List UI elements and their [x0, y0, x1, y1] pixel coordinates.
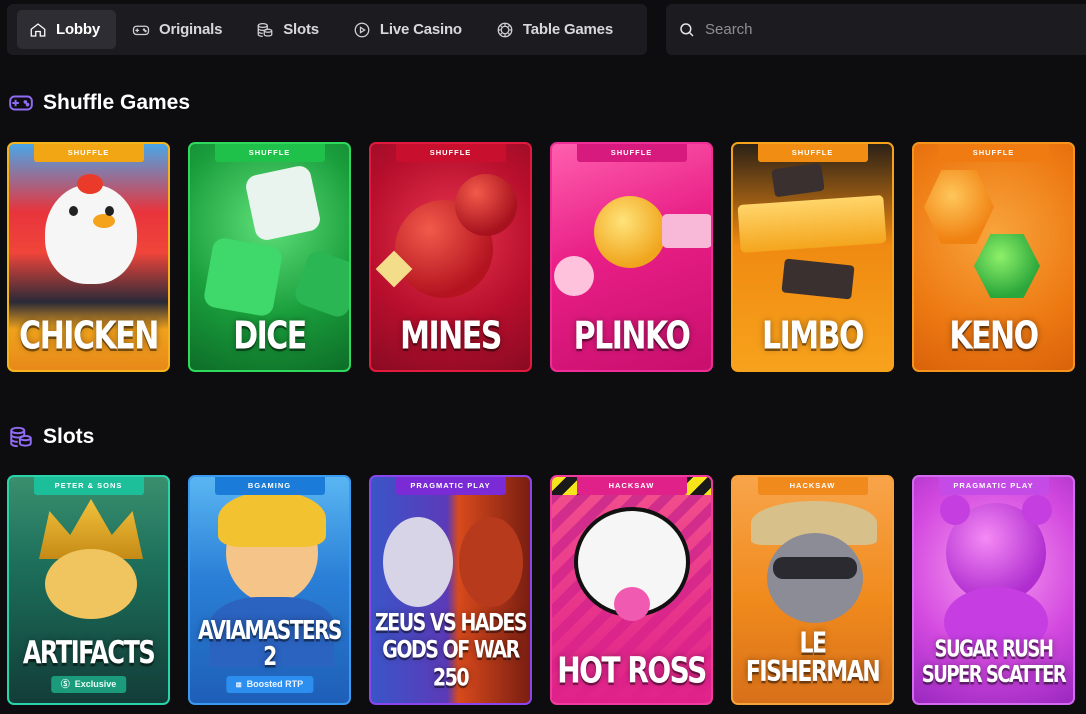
s-logo-icon: Ⓢ [60, 679, 70, 689]
badge-label: Exclusive [74, 679, 117, 689]
play-circle-icon [354, 22, 370, 37]
game-title-line1: SUGAR RUSH [934, 635, 1054, 663]
game-card-mines[interactable]: SHUFFLE MINES [369, 142, 532, 372]
game-title: AVIAMASTERS 2 [198, 614, 342, 672]
provider-tag: SHUFFLE [576, 144, 687, 162]
game-card-sugar-rush-super-scatter[interactable]: PRAGMATIC PLAY SUGAR RUSH SUPER SCATTER [912, 475, 1075, 705]
game-title: DICE [233, 313, 307, 359]
game-title: HOT ROSS [557, 649, 707, 692]
game-title-line1: ZEUS VS HADES [374, 608, 528, 638]
gamepad-icon [132, 25, 150, 35]
multiplier-tile [771, 162, 825, 198]
provider-tag: PRAGMATIC PLAY [938, 477, 1049, 495]
provider-tag: SHUFFLE [757, 144, 868, 162]
ball [554, 256, 594, 296]
game-title-line2: GODS OF WAR 250 [382, 636, 520, 692]
section-heading: Slots [43, 425, 95, 448]
game-card-hot-ross[interactable]: HACKSAW HOT ROSS [550, 475, 713, 705]
search-bar[interactable] [666, 4, 1086, 55]
game-card-keno[interactable]: SHUFFLE KENO [912, 142, 1075, 372]
nav-lobby[interactable]: Lobby [17, 10, 116, 49]
provider-tag: PETER & SONS [33, 477, 144, 495]
game-title-line2: SUPER SCATTER [921, 661, 1067, 689]
boosted-rtp-badge: ⧈ Boosted RTP [225, 676, 314, 693]
search-input[interactable] [705, 21, 1065, 38]
zeus [383, 517, 453, 607]
nav-label: Originals [159, 21, 223, 38]
shuffle-games-row: SHUFFLE CHICKEN SHUFFLE DICE SHUFFLE MIN… [7, 142, 1075, 372]
bomb-small [455, 174, 517, 236]
multiplier-tile-main [737, 194, 887, 254]
nav-label: Lobby [56, 21, 100, 38]
provider-tag: BGAMING [214, 477, 325, 495]
game-card-artifacts[interactable]: PETER & SONS ARTIFACTS Ⓢ Exclusive [7, 475, 170, 705]
chicken-comb [77, 174, 103, 194]
game-card-dice[interactable]: SHUFFLE DICE [188, 142, 351, 372]
chicken-eye [69, 206, 78, 216]
game-title: SUGAR RUSH SUPER SCATTER [914, 635, 1073, 689]
chicken-beak [93, 214, 115, 228]
cat-tongue [614, 587, 650, 621]
boost-icon: ⧈ [235, 679, 242, 689]
badge-label: Boosted RTP [246, 679, 304, 689]
die-green-back [292, 248, 349, 320]
gem-orange [924, 170, 994, 244]
provider-tag: SHUFFLE [395, 144, 506, 162]
raccoon-mask [773, 557, 857, 579]
coins-icon [257, 22, 273, 37]
chicken-art [45, 184, 137, 284]
chicken-eye [105, 206, 114, 216]
game-title: PLINKO [573, 313, 691, 359]
game-title: KENO [949, 313, 1039, 359]
nav-slots[interactable]: Slots [244, 10, 337, 49]
multiplier-tile [781, 258, 855, 300]
section-title-slots: Slots [8, 424, 94, 450]
provider-tag: SHUFFLE [938, 144, 1049, 162]
game-card-zeus-vs-hades[interactable]: PRAGMATIC PLAY ZEUS VS HADES GODS OF WAR… [369, 475, 532, 705]
top-nav: Lobby Originals Slots Live Casino Table … [7, 4, 647, 55]
game-card-plinko[interactable]: SHUFFLE PLINKO [550, 142, 713, 372]
slots-row: PETER & SONS ARTIFACTS Ⓢ Exclusive BGAMIN… [7, 475, 1075, 705]
game-title: ARTIFACTS [22, 635, 156, 671]
game-title: ZEUS VS HADES GODS OF WAR 250 [371, 608, 530, 692]
nav-originals[interactable]: Originals [120, 10, 240, 49]
game-title: LIMBO [761, 313, 865, 359]
gummy-bear-ear [1022, 495, 1052, 525]
section-title-shuffle-games: Shuffle Games [8, 90, 190, 116]
search-icon [680, 22, 694, 37]
nav-label: Slots [283, 21, 319, 38]
exclusive-badge: Ⓢ Exclusive [50, 676, 127, 693]
game-card-chicken[interactable]: SHUFFLE CHICKEN [7, 142, 170, 372]
game-card-limbo[interactable]: SHUFFLE LIMBO [731, 142, 894, 372]
game-card-aviamasters-2[interactable]: BGAMING AVIAMASTERS 2 ⧈ Boosted RTP [188, 475, 351, 705]
home-icon [30, 22, 46, 37]
nav-label: Live Casino [379, 21, 462, 38]
provider-tag: HACKSAW [576, 477, 687, 495]
chip-icon [497, 22, 513, 37]
section-heading: Shuffle Games [43, 91, 191, 114]
hades [459, 517, 523, 607]
coin [594, 196, 666, 268]
game-title: CHICKEN [19, 313, 159, 359]
multiplier-tile [662, 214, 711, 248]
die-white [243, 163, 323, 243]
gamepad-icon [9, 95, 33, 111]
king-face [45, 549, 137, 619]
game-card-le-fisherman[interactable]: HACKSAW LE FISHERMAN [731, 475, 894, 705]
provider-tag: SHUFFLE [214, 144, 325, 162]
game-title: LE FISHERMAN [745, 628, 881, 689]
gem-green [974, 234, 1040, 298]
coins-icon [10, 426, 32, 448]
die-green [202, 236, 284, 318]
nav-table-games[interactable]: Table Games [484, 10, 631, 49]
provider-tag: SHUFFLE [33, 144, 144, 162]
pilot-hair [218, 491, 326, 547]
gummy-bear-ear [940, 495, 970, 525]
nav-label: Table Games [522, 21, 613, 38]
game-title: MINES [400, 313, 502, 359]
provider-tag: PRAGMATIC PLAY [395, 477, 506, 495]
nav-live-casino[interactable]: Live Casino [341, 10, 480, 49]
provider-tag: HACKSAW [757, 477, 868, 495]
